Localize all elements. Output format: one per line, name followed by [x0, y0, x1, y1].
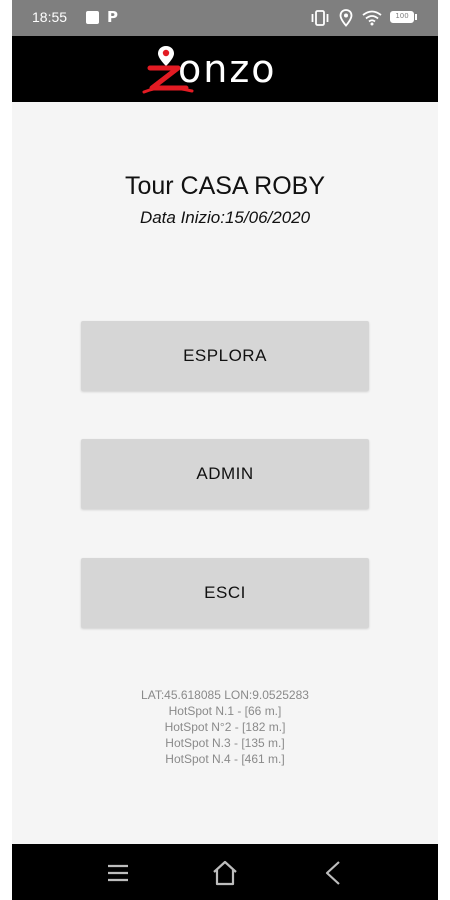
explore-button[interactable]: ESPLORA — [81, 321, 369, 391]
admin-button-label: ADMIN — [196, 464, 254, 483]
location-info: LAT:45.618085 LON:9.0525283 HotSpot N.1 … — [12, 687, 438, 767]
hotspot-item: HotSpot N.3 - [135 m.] — [165, 736, 285, 750]
app-logo: onzo — [142, 44, 312, 96]
status-time: 18:55 — [32, 9, 68, 25]
back-icon[interactable] — [318, 858, 348, 888]
tour-title: Tour CASA ROBY — [124, 172, 326, 200]
tour-start-date: Data Inizio:15/06/2020 — [139, 208, 311, 227]
location-icon — [339, 9, 353, 27]
vibrate-icon — [311, 10, 329, 26]
square-notification-icon — [86, 11, 99, 24]
hotspot-item: HotSpot N.1 - [66 m.] — [168, 704, 282, 718]
battery-tip — [415, 14, 417, 20]
hotspot-item: HotSpot N°2 - [182 m.] — [164, 720, 286, 734]
coordinates-text: LAT:45.618085 LON:9.0525283 — [141, 688, 309, 702]
wifi-icon — [362, 10, 382, 26]
admin-button[interactable]: ADMIN — [81, 439, 369, 509]
explore-button-label: ESPLORA — [183, 346, 267, 365]
hotspot-item: HotSpot N.4 - [461 m.] — [165, 752, 285, 766]
menu-icon[interactable] — [103, 858, 133, 888]
app-header: onzo — [12, 36, 438, 102]
logo-text: onzo — [178, 47, 277, 91]
phone-screen: 18:55 P 100 onzo Tour CASA ROBY Data Ini… — [12, 0, 438, 900]
home-icon[interactable] — [210, 858, 240, 888]
navigation-bar — [12, 844, 438, 900]
status-bar: 18:55 P 100 — [12, 0, 438, 36]
exit-button[interactable]: ESCI — [81, 558, 369, 628]
battery-icon: 100 — [390, 11, 414, 23]
exit-button-label: ESCI — [204, 583, 246, 602]
p-notification-icon: P — [107, 8, 118, 26]
